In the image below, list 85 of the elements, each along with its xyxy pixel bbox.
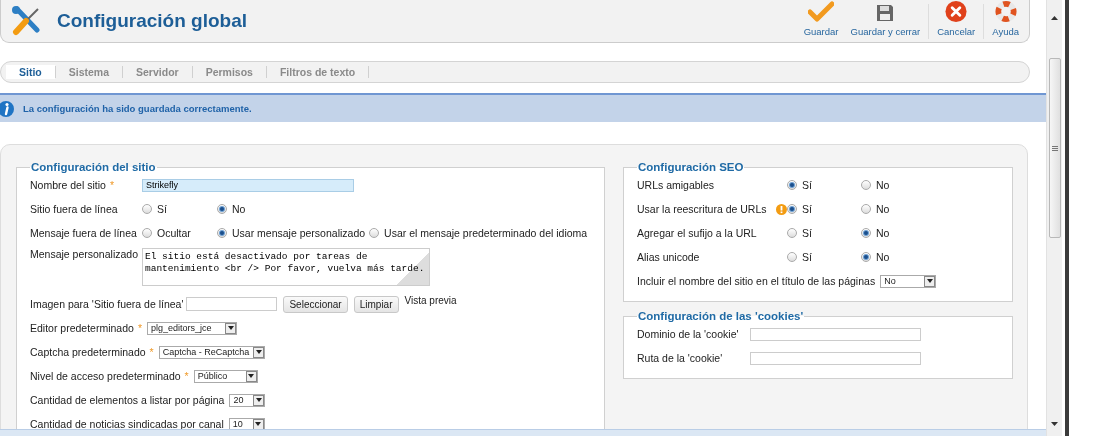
required-mark: * bbox=[184, 370, 189, 382]
scroll-down-icon[interactable] bbox=[1051, 422, 1058, 426]
radio-label: No bbox=[876, 203, 890, 215]
required-mark: * bbox=[109, 179, 114, 191]
field-label: Captcha predeterminado bbox=[30, 346, 146, 358]
form-button[interactable]: Seleccionar bbox=[283, 295, 348, 313]
text-field[interactable] bbox=[750, 327, 921, 341]
radio-label: Sí bbox=[802, 227, 812, 239]
field-label: Agregar el sufijo a la URL bbox=[637, 227, 757, 239]
radio-label: Ocultar bbox=[157, 227, 191, 239]
fieldset-legend: Configuración de las 'cookies' bbox=[637, 310, 805, 322]
page-title: Configuración global bbox=[57, 10, 247, 32]
tools-icon bbox=[11, 6, 43, 36]
radio-label: Sí bbox=[157, 203, 167, 215]
close-icon bbox=[944, 0, 969, 23]
image-path-field[interactable] bbox=[186, 297, 278, 311]
field-label: Nivel de acceso predeterminado bbox=[30, 370, 181, 382]
message-text: La configuración ha sido guardada correctamente. bbox=[23, 103, 252, 114]
radio-button[interactable] bbox=[787, 228, 797, 238]
radio-button[interactable] bbox=[369, 228, 380, 238]
dropdown-arrow-icon bbox=[248, 374, 255, 378]
radio-label: No bbox=[876, 179, 890, 191]
scrollbar[interactable] bbox=[1046, 0, 1062, 436]
dropdown-arrow-icon bbox=[255, 350, 262, 354]
dropdown[interactable]: Captcha - ReCaptcha bbox=[158, 345, 266, 359]
radio-button[interactable] bbox=[787, 252, 797, 262]
radio-button[interactable] bbox=[217, 228, 227, 238]
message-textarea[interactable]: El sitio está desactivado por tareas de mantenimiento <br /> Por favor, vuelva más tarde. bbox=[142, 248, 430, 286]
radio-button[interactable] bbox=[217, 204, 227, 214]
text-field[interactable]: Strikefly bbox=[142, 178, 354, 192]
radio-label: Sí bbox=[802, 251, 812, 263]
field-label: Nombre del sitio bbox=[30, 179, 106, 191]
field-label: Cantidad de elementos a listar por página bbox=[30, 394, 225, 406]
info-icon bbox=[0, 99, 14, 118]
field-label: Imagen para 'Sitio fuera de línea' bbox=[30, 298, 184, 310]
dropdown-arrow-icon bbox=[255, 398, 262, 402]
form-button[interactable]: Limpiar bbox=[353, 295, 399, 313]
radio-button[interactable] bbox=[787, 204, 797, 214]
radio-label: Sí bbox=[802, 179, 812, 191]
help-button[interactable]: Ayuda bbox=[986, 0, 1025, 43]
grip-icon bbox=[1051, 145, 1058, 151]
scroll-up-icon[interactable] bbox=[1051, 16, 1058, 20]
preview-label: Vista previa bbox=[404, 295, 457, 306]
dropdown[interactable]: No bbox=[880, 274, 937, 288]
dropdown[interactable]: 20 bbox=[229, 393, 266, 407]
radio-label: Usar mensaje personalizado bbox=[232, 227, 366, 239]
dropdown-arrow-icon bbox=[227, 326, 234, 330]
radio-button[interactable] bbox=[142, 228, 152, 238]
field-label: Alias unicode bbox=[637, 251, 700, 263]
dropdown-arrow-icon bbox=[255, 422, 262, 426]
radio-button[interactable] bbox=[861, 252, 871, 262]
tab[interactable]: Sitio bbox=[6, 65, 55, 79]
save-button[interactable]: Guardar bbox=[797, 0, 845, 43]
cancel-button[interactable]: Cancelar bbox=[931, 0, 982, 43]
save-close-button[interactable]: Guardar y cerrar bbox=[844, 0, 927, 43]
radio-button[interactable] bbox=[861, 204, 871, 214]
radio-label: No bbox=[876, 227, 890, 239]
fieldset-legend: Configuración del sitio bbox=[30, 161, 157, 173]
field-label: Dominio de la 'cookie' bbox=[637, 328, 739, 340]
radio-button[interactable] bbox=[861, 180, 871, 190]
radio-label: Usar el mensaje predeterminado del idioma bbox=[384, 227, 588, 239]
checkmark-icon bbox=[808, 0, 835, 23]
dropdown[interactable]: 10 bbox=[228, 417, 265, 429]
radio-button[interactable] bbox=[861, 228, 871, 238]
radio-label: Sí bbox=[802, 203, 812, 215]
fieldset-legend: Configuración SEO bbox=[637, 161, 745, 173]
field-label: Incluir el nombre del sitio en el título de las páginas bbox=[637, 275, 876, 287]
field-label: URLs amigables bbox=[637, 179, 715, 191]
radio-button[interactable] bbox=[787, 180, 797, 190]
radio-label: No bbox=[232, 203, 246, 215]
required-mark: * bbox=[149, 346, 154, 358]
field-label: Mensaje personalizado bbox=[30, 248, 138, 260]
scrollbar-thumb[interactable] bbox=[1048, 58, 1061, 238]
dropdown[interactable]: plg_editors_jce bbox=[147, 321, 237, 335]
field-label: Editor predeterminado bbox=[30, 322, 134, 334]
text-field[interactable] bbox=[750, 351, 921, 365]
field-label: Mensaje fuera de línea bbox=[30, 227, 137, 239]
field-label: Usar la reescritura de URLs bbox=[637, 203, 767, 215]
field-label: Sitio fuera de línea bbox=[30, 203, 118, 215]
field-label: Ruta de la 'cookie' bbox=[637, 352, 723, 364]
radio-button[interactable] bbox=[142, 204, 152, 214]
dropdown[interactable]: Público bbox=[193, 369, 258, 383]
radio-label: No bbox=[876, 251, 890, 263]
dropdown-arrow-icon bbox=[926, 279, 933, 283]
required-mark: * bbox=[137, 322, 142, 334]
